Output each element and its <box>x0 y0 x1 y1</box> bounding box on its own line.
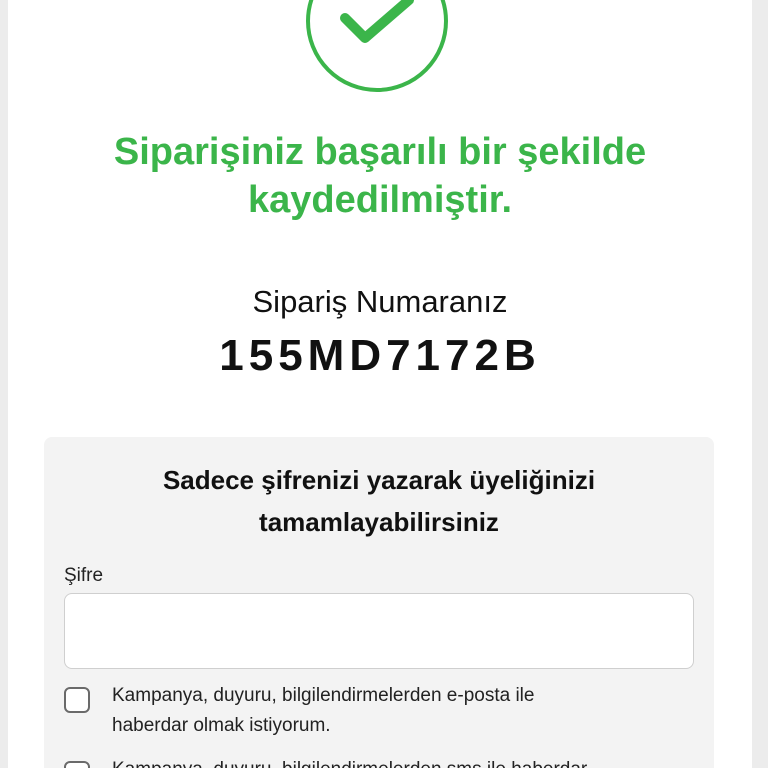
password-label: Şifre <box>64 565 104 586</box>
sms-consent-checkbox[interactable] <box>64 761 90 768</box>
password-input[interactable] <box>64 593 694 669</box>
order-confirmation-page: Siparişiniz başarılı bir şekilde kaydedi… <box>8 0 752 768</box>
email-consent-line-2: haberdar olmak istiyorum. <box>112 715 331 736</box>
order-number-label: Sipariş Numaranız <box>252 284 508 319</box>
membership-title: Sadece şifrenizi yazarak üyeliğinizi tam… <box>44 459 714 543</box>
checkmark-icon <box>340 0 414 43</box>
email-consent-line-1: Kampanya, duyuru, bilgilendirmelerden e-… <box>112 685 535 706</box>
success-message-line-1: Siparişiniz başarılı bir şekilde <box>113 131 647 173</box>
success-message-line-2: kaydedilmiştir. <box>247 179 512 221</box>
email-consent-text: Kampanya, duyuru, bilgilendirmelerden e-… <box>112 681 672 741</box>
membership-title-line-2: tamamlayabilirsiniz <box>259 507 499 537</box>
success-message: Siparişiniz başarılı bir şekilde kaydedi… <box>8 128 752 224</box>
sms-consent-line-1: Kampanya, duyuru, bilgilendirmelerden sm… <box>112 755 672 768</box>
membership-title-line-1: Sadece şifrenizi yazarak üyeliğinizi <box>162 465 596 495</box>
check-circle-icon <box>306 0 448 92</box>
sms-consent-text: Kampanya, duyuru, bilgilendirmelerden sm… <box>112 755 672 768</box>
email-consent-checkbox[interactable] <box>64 687 90 713</box>
membership-panel: Sadece şifrenizi yazarak üyeliğinizi tam… <box>44 437 714 768</box>
order-number: 155MD7172B <box>219 331 541 380</box>
